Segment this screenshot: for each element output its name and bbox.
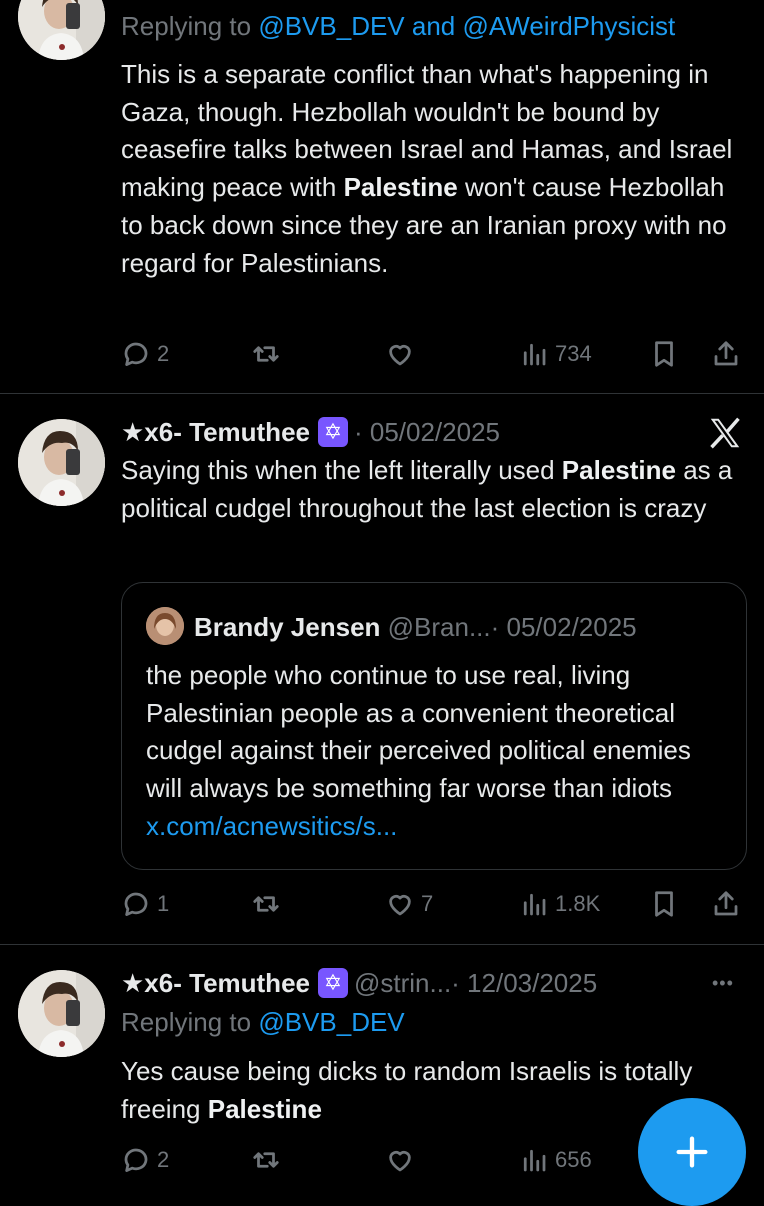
like-button[interactable] [385,1140,415,1180]
quoted-tweet[interactable]: Brandy Jensen @Bran...· 05/02/2025 the p… [121,582,747,870]
views-count: 656 [555,1147,592,1172]
retweet-button[interactable] [251,334,281,374]
replying-to-handles[interactable]: @BVB_DEV and @AWeirdPhysicist [258,11,675,41]
replying-to-handles[interactable]: @BVB_DEV [258,1007,404,1037]
like-count: 7 [421,891,434,916]
retweet-icon [253,896,279,912]
display-name[interactable]: ★x6- Temuthee [121,417,310,447]
star-of-david-icon: ✡ [317,417,348,448]
share-button[interactable] [711,334,741,374]
like-icon [389,895,411,916]
retweet-button[interactable] [251,1140,281,1180]
reply-button[interactable]: 1 [121,884,169,924]
like-button[interactable]: 7 [385,884,433,924]
views-icon [523,343,546,366]
views-icon [523,893,546,916]
quoted-text: the people who continue to use real, liv… [146,660,691,841]
quoted-display-name[interactable]: Brandy Jensen [194,612,380,642]
more-icon[interactable]: ••• [712,963,734,1003]
compose-plus-icon [676,1136,708,1168]
views-button[interactable]: 1.8K [519,884,600,924]
views-count: 1.8K [555,891,601,916]
reply-button[interactable]: 2 [121,334,169,374]
bookmark-icon [655,341,673,367]
avatar[interactable] [18,419,105,506]
bold-word: Palestine [561,455,676,485]
reply-count: 2 [157,1147,170,1172]
action-bar: 2 734 [121,334,740,374]
like-icon [389,1151,411,1172]
like-icon [389,345,411,366]
reply-icon [124,892,148,916]
share-icon [714,891,738,916]
avatar[interactable] [18,0,105,60]
views-icon [523,1149,546,1172]
like-button[interactable] [385,334,415,374]
retweet-button[interactable] [251,884,281,924]
reply-count: 2 [157,341,170,366]
share-button[interactable] [711,884,741,924]
tweet-text: Saying this when the left literally used… [121,455,733,523]
display-name[interactable]: ★x6- Temuthee [121,968,310,998]
star-of-david-icon: ✡ [317,968,348,999]
views-button[interactable]: 656 [519,1140,592,1180]
bold-word: Palestine [207,1093,322,1124]
tweet-text: This is a separate conflict than what's … [121,59,733,278]
quoted-avatar [146,607,184,645]
reply-count: 1 [157,891,170,916]
quoted-link[interactable]: x.com/acnewsitics/s... [146,811,397,841]
compose-button[interactable] [638,1098,746,1206]
bold-word: Palestine [343,172,458,203]
tweet-text: Yes cause being dicks to random Israelis… [121,1056,693,1124]
x-logo-icon [710,417,740,449]
bookmark-icon [655,891,673,917]
tweet-date[interactable]: · 12/03/2025 [451,968,597,998]
tweet-date[interactable]: · 05/02/2025 [354,417,500,447]
bookmark-button[interactable] [649,334,679,374]
bookmark-button[interactable] [649,884,679,924]
views-button[interactable]: 734 [519,334,592,374]
tweet-1[interactable]: Replying to @BVB_DEV and @AWeirdPhysicis… [0,0,764,393]
handle[interactable]: @strin... [354,968,451,998]
avatar[interactable] [18,970,105,1057]
quoted-handle[interactable]: @Bran... [388,612,491,642]
replying-to-label: Replying to [121,11,259,41]
retweet-icon [253,346,279,362]
share-icon [714,341,738,366]
action-bar: 1 7 1.8K [121,884,740,924]
tweet-2[interactable]: ★x6- Temuthee ✡ · 05/02/2025 Saying this w… [0,394,764,944]
retweet-icon [253,1152,279,1168]
replying-to-label: Replying to [121,1007,259,1037]
reply-icon [124,342,148,366]
reply-icon [124,1148,148,1172]
reply-button[interactable]: 2 [121,1140,169,1180]
views-count: 734 [555,341,592,366]
quoted-date: · 05/02/2025 [490,612,637,642]
